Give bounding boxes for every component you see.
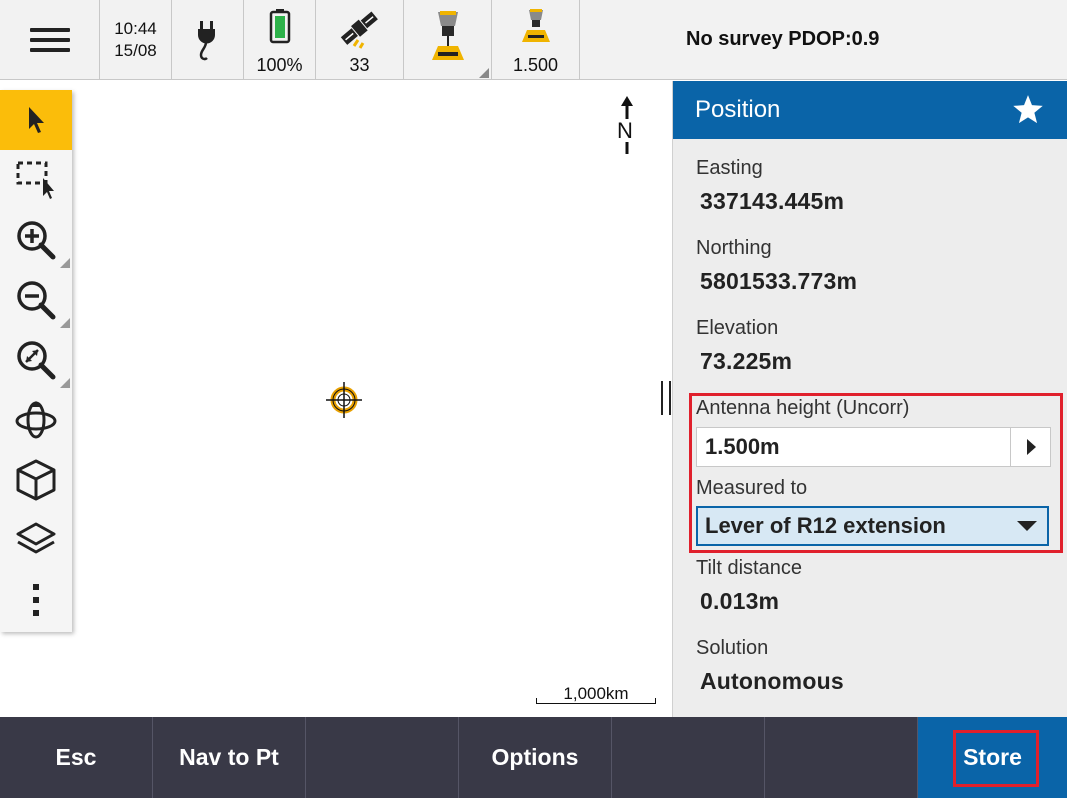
zoom-in-button[interactable] xyxy=(0,210,72,270)
power-status[interactable] xyxy=(172,0,244,80)
more-vertical-icon xyxy=(33,584,39,616)
gnss-receiver-icon xyxy=(431,11,464,60)
easting-field: Easting 337143.445m xyxy=(696,157,844,215)
measured-to-dropdown[interactable]: Lever of R12 extension xyxy=(696,506,1049,546)
antenna-height-arrow-button[interactable] xyxy=(1010,428,1050,466)
elevation-label: Elevation xyxy=(696,317,779,339)
zoom-out-button[interactable] xyxy=(0,270,72,330)
zoom-extents-icon xyxy=(17,341,56,380)
position-panel: Position Easting 337143.445m Northing 58… xyxy=(672,81,1067,717)
softkey-bar: Esc Nav to Pt Options Store xyxy=(0,717,1067,798)
time-text: 10:44 xyxy=(114,19,157,38)
battery-status[interactable]: 100% xyxy=(244,0,316,80)
date-text: 15/08 xyxy=(114,41,157,60)
zoom-extents-button[interactable] xyxy=(0,330,72,390)
northing-value: 5801533.773m xyxy=(700,268,858,294)
easting-label: Easting xyxy=(696,157,763,179)
store-highlight-box xyxy=(953,730,1039,787)
battery-percentage: 100% xyxy=(256,55,303,75)
hamburger-icon xyxy=(29,22,70,58)
star-icon[interactable] xyxy=(1011,93,1045,127)
nav-to-point-button[interactable]: Nav to Pt xyxy=(153,717,306,798)
datetime-status[interactable]: 10:44 15/08 xyxy=(100,0,172,80)
3d-view-button[interactable] xyxy=(0,450,72,510)
map-view[interactable] xyxy=(72,80,672,717)
map-toolbar xyxy=(0,90,72,632)
menu-button[interactable] xyxy=(0,0,100,80)
options-button[interactable]: Options xyxy=(459,717,612,798)
box-select-icon xyxy=(16,161,54,199)
pointer-icon xyxy=(29,107,44,133)
antenna-height-input[interactable]: 1.500m xyxy=(697,428,1010,466)
battery-icon xyxy=(269,9,290,44)
empty-softkey-2[interactable] xyxy=(612,717,765,798)
receiver-expand-indicator xyxy=(479,68,489,78)
antenna-status[interactable]: 1.500 xyxy=(492,0,580,80)
solution-label: Solution xyxy=(696,637,769,659)
measured-to-value: Lever of R12 extension xyxy=(705,513,946,538)
elevation-field: Elevation 73.225m xyxy=(696,317,792,375)
satellite-icon xyxy=(340,11,378,49)
survey-status: No survey PDOP:0.9 xyxy=(672,0,1067,80)
dropdown-arrow xyxy=(1007,520,1047,532)
more-tools-button[interactable] xyxy=(0,570,72,630)
chevron-down-icon xyxy=(1017,521,1037,531)
power-plug-icon xyxy=(197,21,215,61)
receiver-status[interactable] xyxy=(404,0,492,80)
layers-button[interactable] xyxy=(0,510,72,570)
solution-field: Solution Autonomous xyxy=(696,637,844,695)
satellite-status[interactable]: 33 xyxy=(316,0,404,80)
northing-label: Northing xyxy=(696,237,772,259)
cube-icon xyxy=(16,459,56,501)
empty-softkey-3[interactable] xyxy=(765,717,918,798)
zoom-extents-expand-indicator xyxy=(60,378,70,388)
scale-line xyxy=(536,698,656,704)
status-spacer xyxy=(580,0,672,80)
antenna-icon xyxy=(521,9,550,42)
orbit-icon xyxy=(15,401,57,439)
northing-field: Northing 5801533.773m xyxy=(696,237,857,295)
chevron-right-icon xyxy=(1026,439,1036,455)
antenna-height-status: 1.500 xyxy=(512,55,559,75)
empty-softkey-1[interactable] xyxy=(306,717,459,798)
esc-button[interactable]: Esc xyxy=(0,717,153,798)
measured-to-label-wrap: Measured to xyxy=(696,477,807,500)
zoom-out-expand-indicator xyxy=(60,318,70,328)
north-label: N xyxy=(617,118,633,143)
panel-title: Position xyxy=(695,96,781,123)
zoom-in-icon xyxy=(17,221,56,260)
box-select-button[interactable] xyxy=(0,150,72,210)
store-button[interactable]: Store xyxy=(918,717,1067,798)
status-bar: 10:44 15/08 100% 33 1.500 xyxy=(0,0,672,80)
zoom-in-expand-indicator xyxy=(60,258,70,268)
satellite-count: 33 xyxy=(349,55,370,75)
tilt-distance-label: Tilt distance xyxy=(696,557,802,579)
current-position-icon xyxy=(326,382,362,418)
panel-header: Position xyxy=(673,81,1067,139)
orbit-button[interactable] xyxy=(0,390,72,450)
antenna-height-field[interactable]: 1.500m xyxy=(696,427,1051,467)
measured-to-label: Measured to xyxy=(696,477,808,499)
solution-value: Autonomous xyxy=(700,668,844,694)
tilt-distance-value: 0.013m xyxy=(700,588,780,614)
easting-value: 337143.445m xyxy=(700,188,845,214)
antenna-height-label-wrap: Antenna height (Uncorr) xyxy=(696,397,909,420)
layers-icon xyxy=(16,522,56,554)
select-tool-button[interactable] xyxy=(0,90,72,150)
zoom-out-icon xyxy=(17,281,56,320)
tilt-distance-field: Tilt distance 0.013m xyxy=(696,557,802,615)
elevation-value: 73.225m xyxy=(700,348,793,374)
scale-bar: 1,000km xyxy=(536,684,656,706)
antenna-height-label: Antenna height (Uncorr) xyxy=(696,397,910,419)
